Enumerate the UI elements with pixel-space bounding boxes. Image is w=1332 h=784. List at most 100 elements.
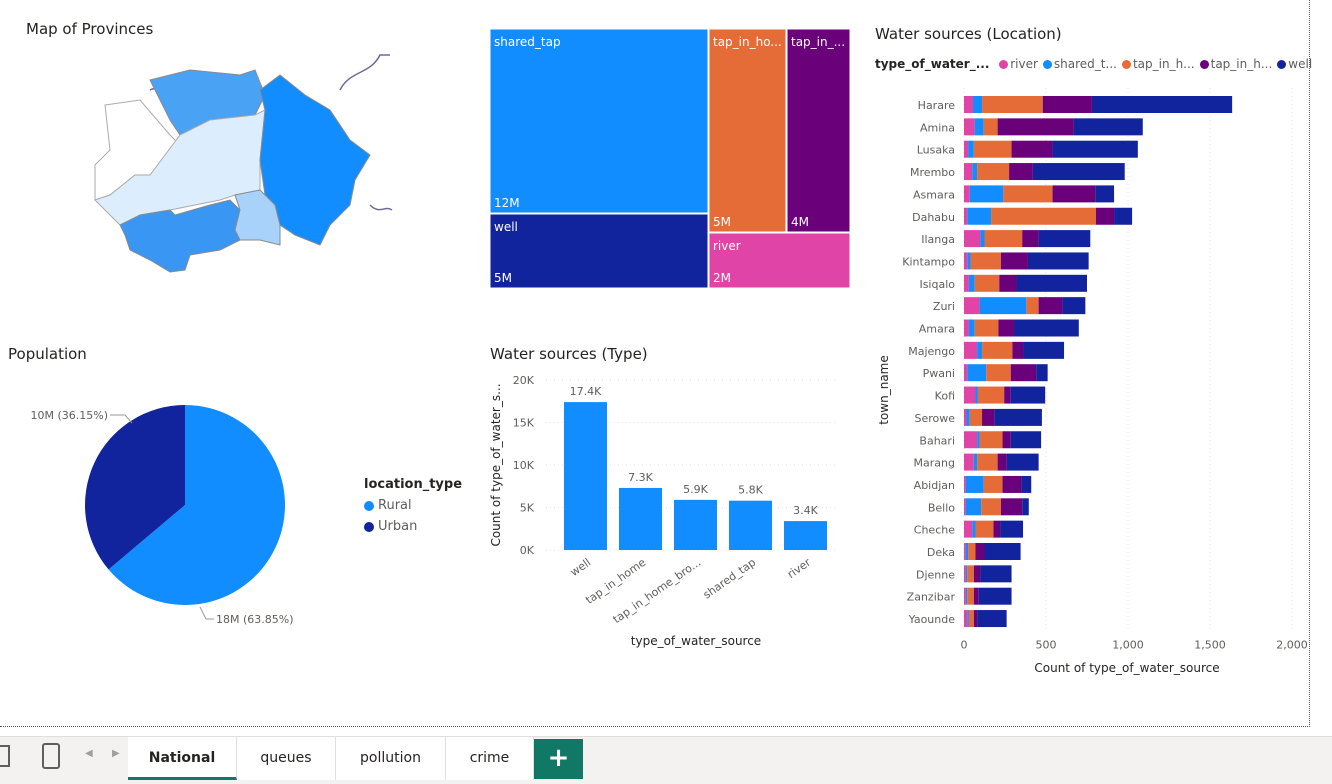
bar-segment[interactable] bbox=[978, 587, 1012, 605]
bar-segment[interactable] bbox=[1010, 386, 1046, 404]
bar-segment[interactable] bbox=[986, 364, 1011, 382]
bar-segment[interactable] bbox=[969, 408, 983, 426]
bar-segment[interactable] bbox=[1062, 297, 1086, 315]
bar-segment[interactable] bbox=[982, 341, 1013, 359]
bar-segment[interactable] bbox=[974, 319, 999, 337]
bar-segment[interactable] bbox=[964, 118, 975, 136]
bar-segment[interactable] bbox=[973, 453, 978, 471]
bar-segment[interactable] bbox=[964, 185, 970, 203]
bar-segment[interactable] bbox=[1027, 252, 1089, 270]
bar-segment[interactable] bbox=[1091, 96, 1233, 113]
bar-segment[interactable] bbox=[975, 520, 994, 538]
bar-segment[interactable] bbox=[972, 520, 976, 538]
bar-segment[interactable] bbox=[965, 498, 982, 516]
bar-segment[interactable] bbox=[1052, 140, 1138, 158]
bar-segment[interactable] bbox=[1096, 207, 1115, 225]
bar-segment[interactable] bbox=[979, 297, 1027, 315]
bar-segment[interactable] bbox=[964, 274, 969, 292]
bar-segment[interactable] bbox=[977, 610, 1007, 628]
bar-segment[interactable] bbox=[965, 475, 984, 493]
bar-segment[interactable] bbox=[999, 274, 1017, 292]
bar-segment[interactable] bbox=[975, 543, 985, 560]
bar-segment[interactable] bbox=[1036, 364, 1048, 382]
type-bar-chart[interactable]: 0K5K10K15K20K17.4Kwell7.3Ktap_in_home5.9… bbox=[486, 365, 846, 655]
bar-segment[interactable] bbox=[1038, 230, 1091, 248]
treemap-chart[interactable]: shared_tap 12M well 5M tap_in_ho... 5M tap_in_… bbox=[489, 28, 851, 290]
bar[interactable] bbox=[619, 487, 662, 550]
bar-segment[interactable] bbox=[997, 118, 1074, 136]
bar-segment[interactable] bbox=[1042, 96, 1092, 113]
bar-segment[interactable] bbox=[964, 341, 978, 359]
population-pie-chart[interactable]: 10M (36.15%) 18M (63.85%) bbox=[20, 395, 350, 635]
tab-queues[interactable]: queues bbox=[237, 737, 336, 780]
bar[interactable] bbox=[784, 521, 827, 550]
treemap-tile[interactable] bbox=[708, 28, 787, 233]
bar-segment[interactable] bbox=[967, 252, 971, 270]
bar-segment[interactable] bbox=[968, 543, 976, 560]
desktop-view-icon[interactable] bbox=[0, 745, 10, 767]
bar-segment[interactable] bbox=[984, 230, 1023, 248]
bar-segment[interactable] bbox=[965, 565, 968, 583]
bar-segment[interactable] bbox=[964, 96, 974, 113]
bar[interactable] bbox=[729, 500, 772, 550]
chevron-right-icon[interactable]: ▶ bbox=[112, 748, 120, 759]
bar-segment[interactable] bbox=[997, 453, 1007, 471]
bar-segment[interactable] bbox=[964, 475, 966, 493]
bar-segment[interactable] bbox=[966, 408, 970, 426]
bar-segment[interactable] bbox=[964, 498, 966, 516]
bar-segment[interactable] bbox=[972, 163, 978, 181]
bar-segment[interactable] bbox=[964, 587, 966, 605]
bar-segment[interactable] bbox=[980, 230, 985, 248]
bar-segment[interactable] bbox=[1002, 431, 1011, 449]
bar-segment[interactable] bbox=[1026, 297, 1039, 315]
bar-segment[interactable] bbox=[991, 207, 1097, 225]
bar-segment[interactable] bbox=[964, 140, 969, 158]
bar-segment[interactable] bbox=[973, 96, 983, 113]
bar-segment[interactable] bbox=[973, 140, 1012, 158]
bar-segment[interactable] bbox=[968, 140, 974, 158]
bar-segment[interactable] bbox=[974, 118, 984, 136]
bar-segment[interactable] bbox=[1016, 274, 1087, 292]
bar-segment[interactable] bbox=[964, 297, 980, 315]
bar-segment[interactable] bbox=[973, 565, 981, 583]
bar-segment[interactable] bbox=[977, 431, 980, 449]
bar-segment[interactable] bbox=[964, 543, 966, 560]
chevron-left-icon[interactable]: ◀ bbox=[85, 748, 93, 759]
bar-segment[interactable] bbox=[964, 453, 974, 471]
bar-segment[interactable] bbox=[1012, 341, 1024, 359]
bar-segment[interactable] bbox=[964, 230, 981, 248]
tab-pollution[interactable]: pollution bbox=[336, 737, 446, 780]
mobile-view-icon[interactable] bbox=[42, 743, 60, 769]
bar-segment[interactable] bbox=[977, 163, 1010, 181]
treemap-tile[interactable] bbox=[786, 28, 851, 233]
bar-segment[interactable] bbox=[1003, 185, 1053, 203]
bar-segment[interactable] bbox=[1022, 498, 1029, 516]
bar-segment[interactable] bbox=[964, 408, 967, 426]
bar-segment[interactable] bbox=[970, 252, 1001, 270]
bar-segment[interactable] bbox=[964, 431, 978, 449]
legend-item-rural[interactable]: Rural bbox=[364, 498, 462, 513]
bar-segment[interactable] bbox=[967, 364, 987, 382]
bar-segment[interactable] bbox=[967, 207, 992, 225]
bar-segment[interactable] bbox=[1011, 140, 1053, 158]
bar-segment[interactable] bbox=[1009, 163, 1033, 181]
add-page-button[interactable]: + bbox=[534, 739, 583, 779]
bar-segment[interactable] bbox=[964, 386, 976, 404]
bar-segment[interactable] bbox=[1022, 230, 1039, 248]
bar-segment[interactable] bbox=[984, 543, 1021, 560]
bar-segment[interactable] bbox=[1114, 207, 1133, 225]
bar-segment[interactable] bbox=[964, 565, 966, 583]
bar-segment[interactable] bbox=[967, 565, 974, 583]
bar-segment[interactable] bbox=[1095, 185, 1115, 203]
bar-segment[interactable] bbox=[964, 207, 968, 225]
tab-crime[interactable]: crime bbox=[446, 737, 534, 780]
bar-segment[interactable] bbox=[981, 498, 1001, 516]
bar-segment[interactable] bbox=[1004, 386, 1011, 404]
bar-segment[interactable] bbox=[980, 565, 1012, 583]
bar-segment[interactable] bbox=[993, 520, 1001, 538]
bar-segment[interactable] bbox=[1010, 431, 1042, 449]
bar-segment[interactable] bbox=[1032, 163, 1125, 181]
bar-segment[interactable] bbox=[964, 610, 968, 628]
bar-segment[interactable] bbox=[968, 319, 975, 337]
bar-segment[interactable] bbox=[968, 274, 975, 292]
